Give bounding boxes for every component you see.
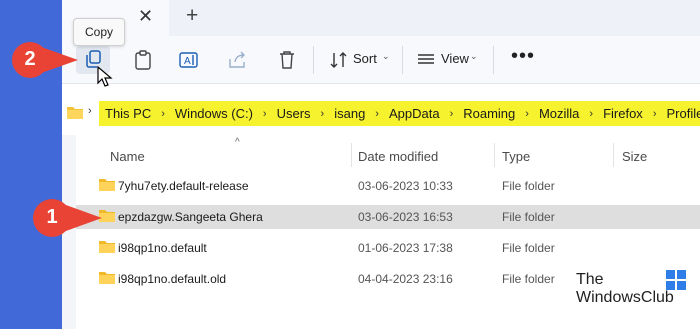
- paste-icon[interactable]: [132, 50, 154, 70]
- sort-chevron-down-icon[interactable]: ⌄: [382, 51, 390, 62]
- file-type: File folder: [502, 272, 555, 286]
- folder-icon: [67, 107, 83, 119]
- new-tab-icon[interactable]: +: [186, 4, 198, 28]
- tab-strip: ✕ +: [62, 0, 700, 36]
- callout-number-2: 2: [24, 48, 36, 70]
- column-divider[interactable]: [613, 143, 614, 167]
- toolbar-divider: [313, 46, 314, 74]
- file-type: File folder: [502, 241, 555, 255]
- windowsclub-logo: The WindowsClub: [576, 270, 686, 308]
- address-bar: › This PC › Windows (C:) › Users › isang › A…: [62, 91, 700, 135]
- breadcrumb-separator-icon: ›: [262, 107, 267, 120]
- folder-icon: [99, 179, 115, 191]
- sort-ascending-icon: ^: [235, 137, 240, 148]
- close-tab-icon[interactable]: ✕: [138, 6, 153, 27]
- column-header-name[interactable]: Name: [110, 149, 145, 164]
- column-divider[interactable]: [494, 143, 495, 167]
- breadcrumb-item[interactable]: Firefox: [603, 106, 643, 121]
- breadcrumb-item[interactable]: isang: [334, 106, 365, 121]
- breadcrumb-item[interactable]: Users: [277, 106, 311, 121]
- svg-text:A: A: [184, 56, 191, 67]
- file-name: i98qp1no.default: [118, 241, 207, 255]
- sort-icon[interactable]: [329, 50, 349, 70]
- file-row[interactable]: i98qp1no.default 01-06-2023 17:38 File f…: [76, 236, 700, 260]
- toolbar-divider: [493, 46, 494, 74]
- file-date: 03-06-2023 10:33: [358, 179, 453, 193]
- file-date: 04-04-2023 23:16: [358, 272, 453, 286]
- file-row-selected[interactable]: epzdazgw.Sangeeta Ghera 03-06-2023 16:53…: [76, 205, 700, 229]
- logo-text-line1: The: [576, 271, 604, 288]
- breadcrumb-chevron-icon[interactable]: ›: [88, 105, 92, 117]
- column-divider[interactable]: [351, 143, 352, 167]
- command-bar: A Sort ⌄ View ⌄ •••: [62, 36, 700, 84]
- file-name: i98qp1no.default.old: [118, 272, 227, 286]
- breadcrumb-separator-icon: ›: [320, 107, 325, 120]
- copy-tooltip: Copy: [73, 18, 125, 46]
- column-header-size[interactable]: Size: [622, 149, 647, 164]
- file-name: epzdazgw.Sangeeta Ghera: [118, 210, 263, 224]
- column-header-type[interactable]: Type: [502, 149, 530, 164]
- file-explorer-window: ✕ + A Sort ⌄ View ⌄ ••• › This PC › Wind…: [62, 0, 700, 329]
- breadcrumb-separator-icon: ›: [449, 107, 454, 120]
- breadcrumb-separator-icon: ›: [652, 107, 657, 120]
- view-icon[interactable]: [416, 50, 436, 70]
- share-icon[interactable]: [227, 50, 249, 70]
- file-type: File folder: [502, 210, 555, 224]
- delete-icon[interactable]: [276, 50, 298, 70]
- view-chevron-down-icon[interactable]: ⌄: [470, 51, 478, 62]
- mouse-cursor-icon: [97, 66, 113, 87]
- toolbar-divider: [402, 46, 403, 74]
- logo-text-line2: WindowsClub: [576, 289, 674, 306]
- windows-logo-icon: [666, 270, 686, 290]
- file-date: 03-06-2023 16:53: [358, 210, 453, 224]
- column-header-row: ^ Name Date modified Type Size: [76, 137, 700, 167]
- sort-button[interactable]: Sort: [353, 51, 377, 66]
- file-type: File folder: [502, 179, 555, 193]
- rename-icon[interactable]: A: [178, 50, 200, 70]
- breadcrumb-item[interactable]: Windows (C:): [175, 106, 253, 121]
- callout-pointer-1: [33, 199, 102, 237]
- breadcrumb-separator-icon: ›: [589, 107, 594, 120]
- breadcrumb-item[interactable]: Profiles: [666, 106, 700, 121]
- callout-pointer-2: [12, 42, 78, 78]
- breadcrumb[interactable]: This PC › Windows (C:) › Users › isang › App…: [99, 101, 700, 126]
- breadcrumb-item[interactable]: AppData: [389, 106, 440, 121]
- callout-number-1: 1: [46, 206, 58, 228]
- file-name: 7yhu7ety.default-release: [118, 179, 249, 193]
- column-header-date[interactable]: Date modified: [358, 149, 438, 164]
- breadcrumb-item[interactable]: This PC: [105, 106, 151, 121]
- file-date: 01-06-2023 17:38: [358, 241, 453, 255]
- breadcrumb-separator-icon: ›: [161, 107, 165, 120]
- breadcrumb-separator-icon: ›: [375, 107, 379, 120]
- folder-icon: [99, 272, 115, 284]
- file-row[interactable]: 7yhu7ety.default-release 03-06-2023 10:3…: [76, 174, 700, 198]
- breadcrumb-item[interactable]: Roaming: [463, 106, 515, 121]
- breadcrumb-separator-icon: ›: [525, 107, 529, 120]
- folder-icon: [99, 241, 115, 253]
- breadcrumb-item[interactable]: Mozilla: [539, 106, 579, 121]
- more-options-button[interactable]: •••: [511, 45, 535, 68]
- view-button[interactable]: View: [441, 51, 469, 66]
